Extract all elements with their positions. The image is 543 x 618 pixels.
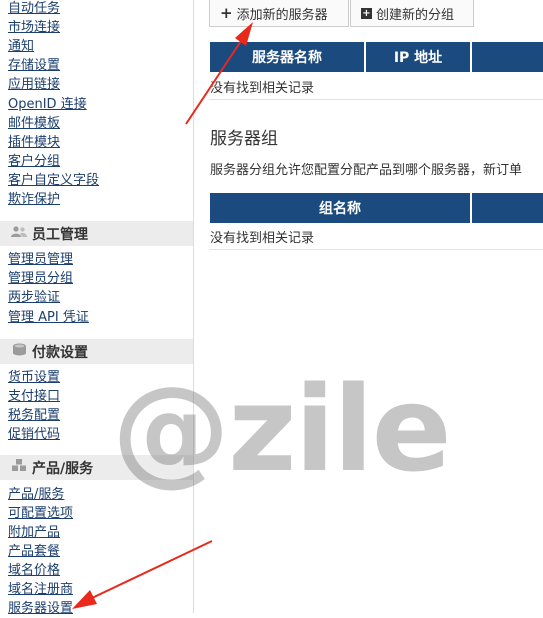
sidebar-link-payment-gateways[interactable]: 支付接口: [8, 388, 60, 406]
plus-square-icon: +: [361, 7, 372, 19]
sidebar-link-admin-roles[interactable]: 管理员分组: [8, 270, 73, 288]
sidebar-link-servers[interactable]: 服务器设置: [8, 600, 73, 618]
sidebar-link-cron[interactable]: 自动任务: [8, 0, 60, 18]
main-content: + 添加新的服务器 + 创建新的分组 服务器名称 IP 地址 没有找到相关记录 …: [194, 0, 543, 613]
sidebar-link-products-services[interactable]: 产品/服务: [8, 486, 64, 504]
credit-card-icon: [6, 343, 32, 360]
sidebar-link-notifications[interactable]: 通知: [8, 38, 34, 56]
sidebar: 自动任务 市场连接 通知 存储设置 应用链接 OpenID 连接 邮件模板 插件…: [0, 0, 194, 616]
server-groups-description: 服务器分组允许您配置分配产品到哪个服务器，新订单: [210, 163, 523, 178]
sidebar-link-email-templates[interactable]: 邮件模板: [8, 115, 60, 133]
sidebar-header-payment-label: 付款设置: [32, 344, 88, 361]
sidebar-link-two-factor[interactable]: 两步验证: [8, 289, 60, 307]
sidebar-link-domain-pricing[interactable]: 域名价格: [8, 562, 60, 580]
sidebar-link-domain-registrars[interactable]: 域名注册商: [8, 581, 73, 599]
sidebar-link-addon-modules[interactable]: 插件模块: [8, 134, 60, 152]
users-icon: [6, 225, 32, 242]
column-header-group-extra: [472, 193, 543, 223]
sidebar-link-admin-users[interactable]: 管理员管理: [8, 251, 73, 269]
sidebar-link-custom-fields[interactable]: 客户自定义字段: [8, 172, 99, 190]
sidebar-header-payment: 付款设置: [0, 339, 193, 364]
server-groups-title: 服务器组: [210, 129, 278, 149]
sidebar-link-marketplace[interactable]: 市场连接: [8, 19, 60, 37]
sidebar-link-app-links[interactable]: 应用链接: [8, 76, 60, 94]
sidebar-link-api-credentials[interactable]: 管理 API 凭证: [8, 309, 89, 327]
sidebar-link-bundles[interactable]: 产品套餐: [8, 543, 60, 561]
cubes-icon: [6, 459, 32, 476]
sidebar-link-currencies[interactable]: 货币设置: [8, 369, 60, 387]
sidebar-header-staff-label: 员工管理: [32, 226, 88, 243]
column-header-server-name[interactable]: 服务器名称: [210, 42, 364, 72]
sidebar-link-openid[interactable]: OpenID 连接: [8, 96, 87, 114]
sidebar-link-client-groups[interactable]: 客户分组: [8, 153, 60, 171]
sidebar-link-fraud-protection[interactable]: 欺诈保护: [8, 191, 60, 209]
sidebar-link-promotions[interactable]: 促销代码: [8, 426, 60, 444]
sidebar-link-tax-config[interactable]: 税务配置: [8, 407, 60, 425]
column-header-group-name[interactable]: 组名称: [210, 193, 470, 223]
sidebar-link-configurable-options[interactable]: 可配置选项: [8, 505, 73, 523]
column-header-ip-address[interactable]: IP 地址: [366, 42, 470, 72]
groups-empty-message: 没有找到相关记录: [210, 231, 315, 246]
sidebar-header-products: 产品/服务: [0, 455, 193, 480]
sidebar-link-addons[interactable]: 附加产品: [8, 524, 60, 542]
servers-empty-message: 没有找到相关记录: [210, 81, 315, 96]
create-group-label: 创建新的分组: [376, 7, 455, 23]
column-header-extra: [472, 42, 543, 72]
row-divider: [209, 249, 543, 250]
add-server-button[interactable]: + 添加新的服务器: [209, 0, 349, 27]
plus-icon: +: [220, 4, 233, 22]
row-divider: [209, 99, 543, 100]
sidebar-header-staff: 员工管理: [0, 221, 193, 246]
sidebar-link-storage[interactable]: 存储设置: [8, 57, 60, 75]
sidebar-header-products-label: 产品/服务: [32, 460, 94, 477]
add-server-label: 添加新的服务器: [236, 7, 328, 23]
create-group-button[interactable]: + 创建新的分组: [350, 0, 474, 27]
